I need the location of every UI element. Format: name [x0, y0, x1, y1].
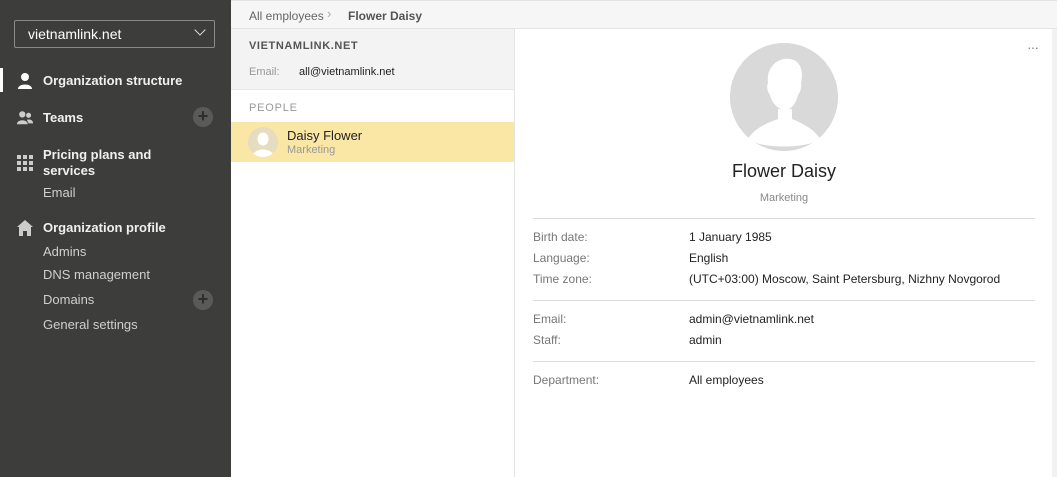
sidebar-subitem-dns-management[interactable]: DNS management: [43, 267, 150, 282]
email-label: Email:: [533, 312, 567, 326]
people-panel: VIETNAMLINK.NET Email: all@vietnamlink.n…: [231, 29, 515, 477]
chevron-right-icon: ›: [327, 6, 332, 21]
person-department: Marketing: [287, 144, 336, 156]
more-options-icon[interactable]: ···: [1027, 39, 1039, 55]
email-value[interactable]: admin@vietnamlink.net: [689, 312, 814, 326]
department-value[interactable]: All employees: [689, 373, 764, 387]
language-label: Language:: [533, 251, 590, 265]
people-section-label: PEOPLE: [249, 102, 298, 114]
scrollbar[interactable]: [1052, 29, 1057, 477]
time-zone-value: (UTC+03:00) Moscow, Saint Petersburg, Ni…: [689, 272, 1001, 286]
sidebar-item-organization-structure[interactable]: Organization structure: [0, 72, 231, 90]
profile-panel: ··· Flower Daisy Marketing Birth date: 1…: [515, 29, 1057, 477]
profile-name: Flower Daisy: [731, 161, 837, 181]
sidebar-subitem-admins[interactable]: Admins: [43, 244, 86, 259]
time-zone-label: Time zone:: [533, 272, 592, 286]
department-label: Department:: [533, 373, 600, 387]
organization-name: VIETNAMLINK.NET: [249, 40, 359, 52]
divider: [533, 300, 1035, 301]
user-silhouette-icon: [248, 127, 278, 157]
user-silhouette-icon: [730, 43, 838, 151]
grid-icon: [17, 155, 33, 171]
sidebar-item-label: Teams: [43, 110, 84, 125]
breadcrumb-all-employees[interactable]: All employees: [249, 9, 324, 23]
organization-header[interactable]: VIETNAMLINK.NET Email: all@vietnamlink.n…: [231, 29, 514, 90]
sidebar-item-label-line2: services: [43, 163, 96, 178]
staff-value: admin: [689, 333, 722, 347]
divider: [533, 218, 1035, 219]
organization-selector[interactable]: vietnamlink.net: [14, 20, 215, 48]
organization-email-label: Email:: [249, 66, 280, 78]
sidebar-item-pricing-plans[interactable]: Pricing plans and services: [0, 146, 231, 180]
app-root: vietnamlink.net Organization structure T…: [0, 0, 1057, 477]
add-domain-button[interactable]: +: [193, 290, 213, 310]
chevron-down-icon: [194, 24, 206, 36]
team-icon: [16, 111, 34, 125]
divider: [533, 361, 1035, 362]
profile-department: Marketing: [759, 192, 809, 204]
organization-selector-value: vietnamlink.net: [28, 26, 122, 42]
sidebar-item-label: Organization structure: [43, 73, 183, 88]
add-team-button[interactable]: +: [193, 107, 213, 127]
person-name: Daisy Flower: [287, 128, 363, 143]
breadcrumb-current: Flower Daisy: [348, 9, 423, 23]
sidebar: vietnamlink.net Organization structure T…: [0, 0, 231, 477]
profile-avatar: [730, 43, 838, 151]
staff-label: Staff:: [533, 333, 561, 347]
sidebar-subitem-domains[interactable]: Domains: [43, 292, 94, 307]
organization-email: all@vietnamlink.net: [299, 66, 395, 78]
list-item[interactable]: Daisy Flower Marketing: [231, 122, 514, 162]
breadcrumb: All employees › Flower Daisy: [231, 0, 1057, 29]
home-icon: [17, 220, 33, 236]
sidebar-item-organization-profile[interactable]: Organization profile: [0, 219, 231, 237]
sidebar-subitem-email[interactable]: Email: [43, 185, 76, 200]
avatar: [248, 127, 278, 157]
sidebar-subitem-general-settings[interactable]: General settings: [43, 317, 138, 332]
person-icon: [18, 73, 32, 89]
birth-date-label: Birth date:: [533, 230, 588, 244]
birth-date-value: 1 January 1985: [689, 230, 772, 244]
language-value: English: [689, 251, 729, 265]
sidebar-item-label: Pricing plans and: [43, 147, 152, 162]
sidebar-item-label: Organization profile: [43, 220, 166, 235]
